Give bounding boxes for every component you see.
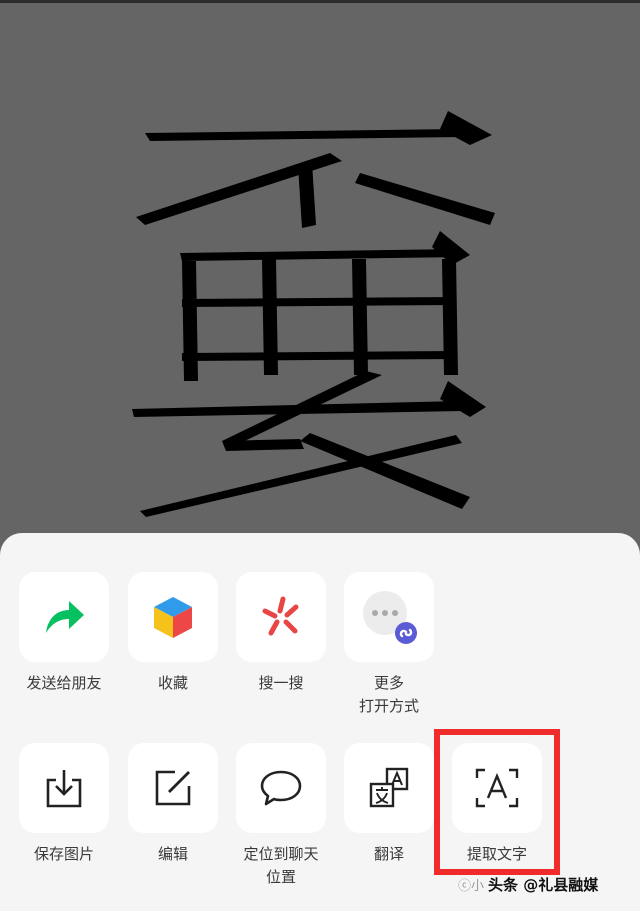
- translate-label: 翻译: [373, 845, 404, 863]
- send-to-friend-label: 发送给朋友: [26, 674, 102, 692]
- edit-label: 编辑: [157, 845, 188, 863]
- more-open-with-label: 更多 打开方式: [358, 674, 419, 715]
- save-image-button[interactable]: [19, 743, 109, 833]
- character-glyph: [132, 111, 495, 517]
- edit-button[interactable]: [128, 743, 218, 833]
- favorite-cube-icon: [154, 597, 192, 638]
- search-button[interactable]: [236, 572, 326, 662]
- locate-in-chat-label: 定位到聊天 位置: [243, 845, 319, 886]
- translate-button[interactable]: [344, 743, 434, 833]
- send-to-friend-button[interactable]: [19, 572, 109, 662]
- watermark-faint: ⓒ小: [458, 879, 485, 894]
- image-preview[interactable]: [0, 3, 640, 533]
- share-arrow-icon: [46, 601, 84, 633]
- save-download-icon: [46, 770, 82, 808]
- search-star-icon: [262, 596, 299, 636]
- edit-pen-icon: [155, 770, 191, 806]
- watermark: ⓒ小 头条 @礼县融媒: [458, 874, 598, 895]
- more-open-with-icon: [363, 591, 417, 644]
- favorite-label: 收藏: [157, 674, 188, 692]
- save-image-label: 保存图片: [33, 845, 94, 863]
- chat-bubble-icon: [260, 770, 302, 806]
- more-open-with-button[interactable]: [344, 572, 434, 662]
- translate-icon: [369, 767, 409, 808]
- highlight-box: [434, 729, 560, 875]
- favorite-button[interactable]: [128, 572, 218, 662]
- search-label: 搜一搜: [258, 674, 304, 692]
- locate-in-chat-button[interactable]: [236, 743, 326, 833]
- watermark-text: 头条 @礼县融媒: [488, 876, 599, 894]
